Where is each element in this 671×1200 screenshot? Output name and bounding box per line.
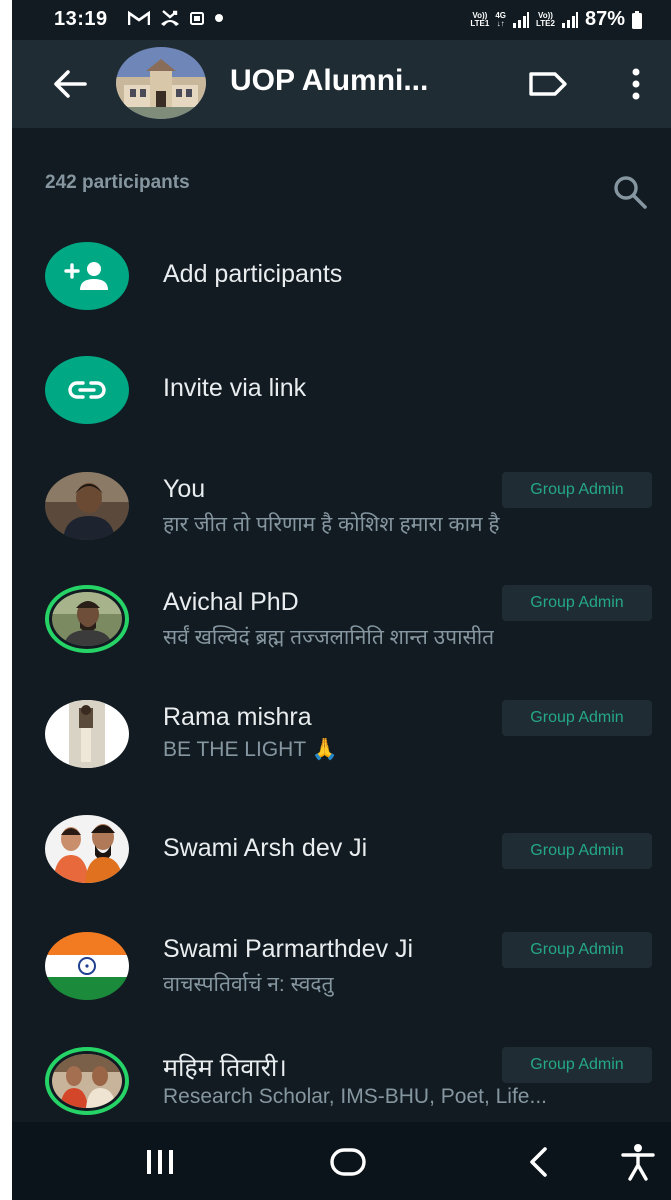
phone-screen: 13:19 Vo)) LTE1 4G ↓↑ Vo)) LTE2 87% UOP … xyxy=(12,0,671,1200)
back-button[interactable] xyxy=(50,64,90,104)
group-admin-badge: Group Admin xyxy=(502,833,652,869)
participants-count: 242 participants xyxy=(45,172,190,193)
participant-name: Avichal PhD xyxy=(163,588,299,616)
group-avatar[interactable] xyxy=(116,47,206,119)
status-bar: 13:19 Vo)) LTE1 4G ↓↑ Vo)) LTE2 87% xyxy=(12,0,671,40)
more-options-button[interactable] xyxy=(620,64,652,104)
participant-name: Swami Parmarthdev Ji xyxy=(163,935,414,963)
add-participants-circle xyxy=(45,242,129,310)
participant-about: BE THE LIGHT 🙏 xyxy=(163,738,338,761)
participant-about: Research Scholar, IMS-BHU, Poet, Life... xyxy=(163,1085,547,1108)
label-icon xyxy=(529,72,567,96)
status-time: 13:19 xyxy=(54,8,108,30)
participant-avatar xyxy=(45,472,129,540)
system-navigation-bar xyxy=(12,1122,671,1200)
status-right-indicators: Vo)) LTE1 4G ↓↑ Vo)) LTE2 87% xyxy=(470,8,643,31)
group-admin-badge: Group Admin xyxy=(502,585,652,621)
indian-flag-photo xyxy=(45,932,129,1000)
group-admin-badge: Group Admin xyxy=(502,1047,652,1083)
invite-via-link-row[interactable]: Invite via link xyxy=(12,356,671,456)
participant-name: You xyxy=(163,475,206,503)
add-person-icon xyxy=(64,262,108,290)
sim2-volte-tag: Vo)) LTE2 xyxy=(536,10,555,28)
notification-icons xyxy=(128,9,224,27)
back-icon xyxy=(530,1147,547,1177)
back-arrow-icon xyxy=(54,70,87,98)
group-title[interactable]: UOP Alumni... xyxy=(230,64,428,98)
participant-avatar-with-status-ring xyxy=(45,1047,129,1115)
label-button[interactable] xyxy=(526,68,570,100)
group-building-photo xyxy=(116,47,206,119)
participant-avatar xyxy=(45,815,129,883)
participant-row-avichal[interactable]: Avichal PhD सर्वं खल्विदं ब्रह्म तज्जलान… xyxy=(12,585,671,695)
recent-apps-button[interactable] xyxy=(138,1140,182,1184)
participant-avatar xyxy=(45,700,129,768)
group-admin-badge: Group Admin xyxy=(502,700,652,736)
group-admin-badge: Group Admin xyxy=(502,932,652,968)
profile-photo xyxy=(52,592,122,646)
recent-apps-icon xyxy=(147,1150,173,1174)
profile-photo xyxy=(52,1054,122,1108)
home-button[interactable] xyxy=(326,1140,370,1184)
participant-row-swami-parmarthdev[interactable]: Swami Parmarthdev Ji वाचस्पतिर्वाचं न: स… xyxy=(12,932,671,1042)
gmail-icon xyxy=(128,10,150,25)
screenshot-icon xyxy=(190,12,204,25)
search-participants-button[interactable] xyxy=(608,170,652,214)
signal-sim1-icon xyxy=(513,11,529,28)
profile-photo xyxy=(45,700,129,768)
accessibility-button[interactable] xyxy=(616,1140,660,1184)
missed-call-icon xyxy=(161,10,179,26)
network-type-tag: 4G ↓↑ xyxy=(495,10,506,28)
participant-row-swami-arsh-dev[interactable]: Swami Arsh dev Ji Group Admin xyxy=(12,815,671,925)
invite-via-link-label: Invite via link xyxy=(163,374,307,402)
participant-row-rama-mishra[interactable]: Rama mishra BE THE LIGHT 🙏 Group Admin xyxy=(12,700,671,810)
participant-avatar xyxy=(45,932,129,1000)
participant-row-you[interactable]: You हार जीत तो परिणाम है कोशिश हमारा काम… xyxy=(12,472,671,582)
participant-avatar-with-status-ring xyxy=(45,585,129,653)
dot-icon xyxy=(215,14,223,22)
participant-name: Rama mishra xyxy=(163,703,312,731)
battery-percent: 87% xyxy=(584,8,625,30)
participant-about: सर्वं खल्विदं ब्रह्म तज्जलानिति शान्त उप… xyxy=(163,626,495,649)
invite-link-circle xyxy=(45,356,129,424)
profile-photo xyxy=(45,815,129,883)
signal-sim2-icon xyxy=(561,11,578,28)
search-icon xyxy=(614,176,647,209)
profile-photo xyxy=(45,472,129,540)
app-bar: UOP Alumni... xyxy=(12,40,671,128)
battery-icon xyxy=(632,10,642,29)
accessibility-icon xyxy=(621,1144,655,1181)
sim1-volte-tag: Vo)) LTE1 xyxy=(470,10,490,28)
participant-name: Swami Arsh dev Ji xyxy=(163,834,368,862)
link-icon xyxy=(68,381,106,399)
participant-name: महिम तिवारी। xyxy=(163,1054,287,1082)
group-admin-badge: Group Admin xyxy=(502,472,652,508)
more-vert-icon xyxy=(632,68,640,100)
system-back-button[interactable] xyxy=(516,1140,560,1184)
add-participants-row[interactable]: Add participants xyxy=(12,242,671,342)
home-icon xyxy=(330,1148,366,1176)
participant-about: हार जीत तो परिणाम है कोशिश हमारा काम है xyxy=(163,513,500,536)
participant-about: वाचस्पतिर्वाचं न: स्वदतु xyxy=(163,973,334,996)
add-participants-label: Add participants xyxy=(163,260,343,288)
